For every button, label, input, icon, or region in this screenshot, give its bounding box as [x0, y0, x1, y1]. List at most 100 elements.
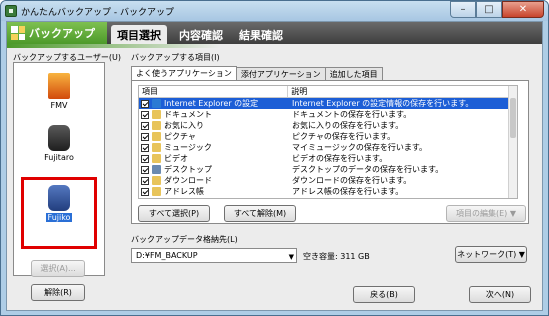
step-item-select: 項目選択 — [111, 25, 167, 44]
item-tabs: よく使うアプリケーション 添付アプリケーション 追加した項目 — [131, 66, 383, 80]
folder-icon — [152, 176, 161, 185]
item-checkbox[interactable] — [141, 99, 149, 108]
item-cell: アドレス帳 — [139, 186, 289, 197]
user-item-fujitaro[interactable]: Fujitaro — [34, 125, 84, 162]
table-body: Internet Explorer の設定 Internet Explorer の… — [139, 98, 517, 197]
title-bar[interactable]: かんたんバックアップ - バックアップ – □ ✕ — [1, 1, 548, 21]
app-step-bar: バックアップ 項目選択 内容確認 結果確認 — [7, 22, 542, 44]
table-row[interactable]: ミュージック マイミュージックの保存を行います。 — [139, 142, 517, 153]
item-description: ビデオの保存を行います。 — [292, 154, 388, 163]
item-description: ダウンロードの保存を行います。 — [292, 176, 412, 185]
item-description: Internet Explorer の設定情報の保存を行います。 — [292, 99, 474, 108]
table-row[interactable]: ダウンロード ダウンロードの保存を行います。 — [139, 175, 517, 186]
item-name: アドレス帳 — [164, 187, 204, 196]
brand-label: バックアップ — [29, 27, 95, 40]
item-name: お気に入り — [164, 121, 204, 130]
table-row[interactable]: デスクトップ デスクトップのデータの保存を行います。 — [139, 164, 517, 175]
folder-icon — [152, 132, 161, 141]
fmv-flame-icon — [48, 73, 70, 99]
table-row[interactable]: ドキュメント ドキュメントの保存を行います。 — [139, 109, 517, 120]
select-all-button[interactable]: すべて選択(P) — [138, 205, 210, 222]
select-user-button[interactable]: 選択(A)... — [31, 260, 85, 277]
table-row[interactable]: ビデオ ビデオの保存を行います。 — [139, 153, 517, 164]
tab-added-items[interactable]: 追加した項目 — [324, 67, 383, 80]
item-cell: デスクトップ — [139, 164, 289, 175]
item-name: デスクトップ — [164, 165, 212, 174]
item-description: デスクトップのデータの保存を行います。 — [292, 165, 444, 174]
minimize-button[interactable]: – — [450, 1, 476, 18]
tab-frequent-apps[interactable]: よく使うアプリケーション — [131, 66, 237, 80]
item-name: ダウンロード — [164, 176, 212, 185]
desktop-icon — [152, 165, 161, 174]
item-checkbox[interactable] — [141, 187, 149, 196]
back-button[interactable]: 戻る(B) — [353, 286, 415, 303]
items-panel: 項目 説明 Internet Explorer の設定 Internet Expl… — [131, 80, 529, 224]
item-name: ミュージック — [164, 143, 212, 152]
table-header: 項目 説明 — [139, 86, 517, 98]
item-checkbox[interactable] — [141, 121, 149, 130]
destination-label: バックアップデータ格納先(L) — [131, 235, 238, 244]
item-cell: ドキュメント — [139, 109, 289, 120]
user-name: Fujitaro — [44, 153, 74, 162]
scroll-thumb[interactable] — [510, 98, 516, 138]
item-cell: Internet Explorer の設定 — [139, 98, 289, 109]
folder-icon — [152, 143, 161, 152]
item-name: ドキュメント — [164, 110, 212, 119]
items-label: バックアップする項目(I) — [131, 53, 220, 62]
item-checkbox[interactable] — [141, 176, 149, 185]
item-cell: お気に入り — [139, 120, 289, 131]
item-description: お気に入りの保存を行います。 — [292, 121, 404, 130]
app-window: かんたんバックアップ - バックアップ – □ ✕ バックアップ 項目選択 内容… — [0, 0, 549, 316]
table-row[interactable]: アドレス帳 アドレス帳の保存を行います。 — [139, 186, 517, 197]
dropdown-arrow-icon: ▼ — [288, 253, 294, 261]
table-row[interactable]: Internet Explorer の設定 Internet Explorer の… — [139, 98, 517, 109]
item-cell: ピクチャ — [139, 131, 289, 142]
user-photo-icon — [48, 125, 70, 151]
item-checkbox[interactable] — [141, 165, 149, 174]
user-list: FMV Fujitaro Fujiko — [13, 62, 105, 276]
selection-highlight — [21, 177, 97, 249]
step-confirm: 内容確認 — [179, 28, 223, 42]
brand: バックアップ — [7, 22, 107, 44]
edit-items-button[interactable]: 項目の編集(E) ▼ — [446, 205, 526, 222]
item-name: Internet Explorer の設定 — [164, 99, 259, 108]
tab-bundled-apps[interactable]: 添付アプリケーション — [235, 67, 326, 80]
vertical-scrollbar[interactable] — [508, 86, 517, 198]
item-cell: ダウンロード — [139, 175, 289, 186]
destination-value: D:¥FM_BACKUP — [136, 251, 198, 260]
item-description: ドキュメントの保存を行います。 — [292, 110, 412, 119]
deselect-all-button[interactable]: すべて解除(M) — [224, 205, 296, 222]
close-button[interactable]: ✕ — [502, 1, 544, 18]
item-checkbox[interactable] — [141, 154, 149, 163]
folder-icon — [152, 154, 161, 163]
user-name: FMV — [50, 101, 68, 110]
item-name: ビデオ — [164, 154, 188, 163]
backup-logo-icon — [11, 26, 25, 40]
item-cell: ミュージック — [139, 142, 289, 153]
item-cell: ビデオ — [139, 153, 289, 164]
folder-icon — [152, 187, 161, 196]
folder-icon — [152, 121, 161, 130]
deselect-user-button[interactable]: 解除(R) — [31, 284, 85, 301]
network-button[interactable]: ネットワーク(T) ▼ — [455, 246, 527, 263]
step-result: 結果確認 — [239, 28, 283, 42]
free-space: 空き容量: 311 GB — [303, 252, 370, 261]
item-description: アドレス帳の保存を行います。 — [292, 187, 404, 196]
user-item-fmv[interactable]: FMV — [34, 73, 84, 110]
item-checkbox[interactable] — [141, 143, 149, 152]
item-name: ピクチャ — [164, 132, 196, 141]
item-description: マイミュージックの保存を行います。 — [292, 143, 428, 152]
item-checkbox[interactable] — [141, 110, 149, 119]
next-button[interactable]: 次へ(N) — [469, 286, 531, 303]
column-header-item[interactable]: 項目 — [139, 86, 289, 97]
header-accent — [7, 44, 542, 48]
maximize-button[interactable]: □ — [476, 1, 502, 18]
caption-buttons: – □ ✕ — [450, 1, 544, 18]
table-row[interactable]: お気に入り お気に入りの保存を行います。 — [139, 120, 517, 131]
table-row[interactable]: ピクチャ ピクチャの保存を行います。 — [139, 131, 517, 142]
app-icon — [5, 5, 17, 17]
destination-select[interactable]: D:¥FM_BACKUP ▼ — [131, 248, 297, 263]
item-checkbox[interactable] — [141, 132, 149, 141]
column-header-description[interactable]: 説明 — [288, 86, 517, 97]
client-area: バックアップ 項目選択 内容確認 結果確認 バックアップするユーザー(U) FM… — [6, 21, 543, 311]
